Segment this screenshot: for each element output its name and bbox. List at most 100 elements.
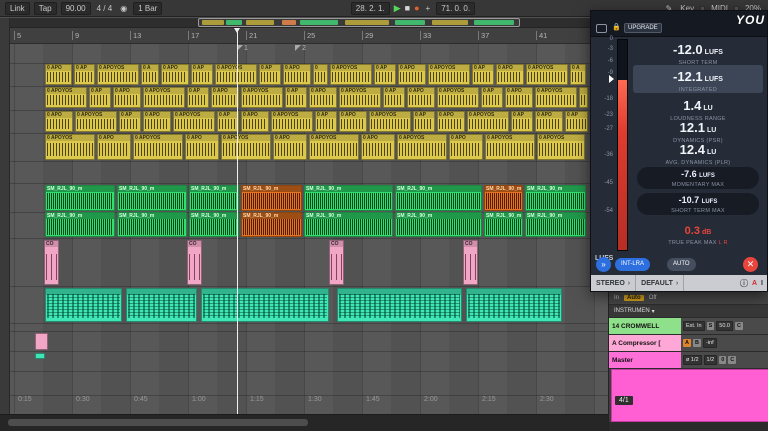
int-lra-button[interactable]: INT-LRA <box>615 258 651 271</box>
audio-clip[interactable]: 0 APO <box>113 87 141 108</box>
audio-clip[interactable]: SM_RJL_90_m <box>117 212 187 237</box>
audio-clip[interactable]: 0 A <box>570 64 586 85</box>
track-header[interactable]: A Compressor [A B -inf <box>609 335 768 352</box>
horizontal-scrollbar-handle[interactable] <box>8 419 308 426</box>
audio-clip[interactable]: 0 AP <box>413 111 435 132</box>
audio-clip[interactable]: 0 AP <box>565 111 588 132</box>
audio-clip[interactable]: SM_RJL_90_m <box>241 212 302 237</box>
audio-clip[interactable]: 0 APOYOS <box>330 64 372 85</box>
horizontal-scrollbar[interactable] <box>0 414 608 431</box>
audio-clip[interactable]: 0 APOYOS <box>467 111 509 132</box>
audio-clip[interactable]: SM_RJL_90_m <box>45 212 115 237</box>
overdub-button[interactable]: + <box>424 4 433 13</box>
audio-clip[interactable]: 0 APOYOS <box>45 134 95 160</box>
audio-clip[interactable]: 0 APOYOS <box>428 64 470 85</box>
audio-clip[interactable]: 0 APOYOS <box>526 64 568 85</box>
audio-clip[interactable]: 0 APO <box>211 87 239 108</box>
link-button[interactable]: Link <box>5 1 30 15</box>
audio-clip[interactable]: 0 APO <box>309 87 337 108</box>
audio-clip[interactable]: 0 APOYOS <box>143 87 185 108</box>
audio-clip[interactable]: 0 APO <box>161 64 189 85</box>
audio-clip[interactable]: CO <box>329 240 344 285</box>
audio-clip[interactable]: 0 AP <box>472 64 494 85</box>
upgrade-button[interactable]: UPGRADE <box>624 23 662 33</box>
audio-clip[interactable]: 0 APO <box>398 64 426 85</box>
audio-clip[interactable]: 0 AP <box>74 64 95 85</box>
audio-clip[interactable]: 0 AP <box>383 87 405 108</box>
audio-clip[interactable]: 0 APO <box>437 111 465 132</box>
play-button[interactable]: ▶ <box>394 3 401 14</box>
reset-close-button[interactable]: ✕ <box>743 257 758 272</box>
audio-clip[interactable]: 0 APO <box>496 64 524 85</box>
audio-clip[interactable]: 0 AP <box>217 111 239 132</box>
audio-clip[interactable]: 0 APO <box>283 64 311 85</box>
audio-clip[interactable]: 0 APO <box>185 134 219 160</box>
audio-clip[interactable]: 0 AP <box>374 64 396 85</box>
audio-clip[interactable]: SM_RJL_90_m <box>304 185 393 211</box>
audio-clip[interactable]: 0 APOYOS <box>221 134 271 160</box>
track-control[interactable]: C <box>728 356 737 364</box>
midi-clip[interactable] <box>337 288 462 322</box>
audio-clip[interactable]: 0 APOYOS <box>397 134 447 160</box>
plugin-menu-icon[interactable] <box>596 24 607 33</box>
beat-time-ruler[interactable]: 5 9 13 17 21 25 29 33 37 41 <box>10 28 608 44</box>
audio-clip[interactable]: 0 <box>313 64 328 85</box>
audio-clip[interactable]: SM_RJL_90_m <box>395 212 482 237</box>
arrangement-grid[interactable]: 0 APO 0 AP 0 APOYOS 0 A 0 APO 0 AP 0 APOYOS 0 A… <box>10 44 608 414</box>
track-header[interactable]: Master ø 1/2 1/2 0 C <box>609 352 768 369</box>
track-control[interactable]: Ext. In <box>683 321 705 331</box>
audio-clip[interactable]: SM_RJL_90_m <box>484 212 523 237</box>
ab-compare-b[interactable]: I <box>761 280 763 287</box>
track-control[interactable]: 0 <box>719 356 727 364</box>
locator-marker[interactable]: 2 <box>295 45 306 52</box>
resume-button[interactable]: » <box>596 257 611 272</box>
audio-clip[interactable]: 0 APO <box>45 64 72 85</box>
preset-selector[interactable]: DEFAULT › <box>636 275 685 291</box>
audio-clip[interactable]: SM_RJL_90_m <box>189 185 239 211</box>
audio-clip[interactable]: SM_RJL_90_m <box>117 185 187 211</box>
audio-clip[interactable]: 0 APOYOS <box>369 111 411 132</box>
audio-clip[interactable]: 0 APOYOS <box>485 134 535 160</box>
midi-clip[interactable] <box>126 288 197 322</box>
track-control[interactable]: -inf <box>702 338 717 348</box>
monitor-auto-button[interactable]: Auto <box>624 295 644 301</box>
record-button[interactable]: ● <box>414 3 419 13</box>
time-signature[interactable]: 4 / 4 <box>95 4 115 13</box>
audio-clip[interactable]: 0 APOYOS <box>215 64 257 85</box>
audio-clip[interactable] <box>579 87 588 108</box>
audio-clip[interactable]: 0 AP <box>187 87 209 108</box>
audio-clip[interactable]: SM_RJL_90_m <box>304 212 393 237</box>
arrangement-overview[interactable] <box>10 18 608 28</box>
stop-button[interactable]: ■ <box>405 3 410 13</box>
audio-clip[interactable]: 0 AP <box>89 87 111 108</box>
audio-clip[interactable]: CO <box>187 240 202 285</box>
tempo-display[interactable]: 90.00 <box>60 1 91 15</box>
audio-clip[interactable]: 0 APO <box>273 134 307 160</box>
audio-clip[interactable]: 0 APO <box>407 87 435 108</box>
audio-clip[interactable]: 0 APOYOS <box>309 134 359 160</box>
ab-compare-a[interactable]: A <box>752 280 757 287</box>
audio-clip[interactable]: 0 APOYOS <box>437 87 479 108</box>
audio-clip[interactable]: 0 APO <box>143 111 171 132</box>
audio-clip[interactable]: 0 APO <box>45 111 73 132</box>
metronome-icon[interactable]: ◉ <box>118 4 129 13</box>
instrument-chooser-row[interactable]: INSTRUMEN ▾ <box>609 305 768 318</box>
audio-clip[interactable]: 0 APOYOS <box>97 64 139 85</box>
audio-clip[interactable]: 0 APOYOS <box>537 134 585 160</box>
playhead[interactable] <box>234 28 240 414</box>
audio-clip[interactable]: 0 APO <box>361 134 395 160</box>
track-control[interactable]: C <box>734 322 743 330</box>
small-clip[interactable] <box>35 353 45 359</box>
midi-clip[interactable] <box>45 288 122 322</box>
audio-clip[interactable]: 0 APO <box>535 111 563 132</box>
track-control[interactable]: 1/2 <box>703 355 718 365</box>
tap-tempo-button[interactable]: Tap <box>33 1 57 15</box>
audio-clip[interactable]: 0 APO <box>505 87 533 108</box>
quantize-menu[interactable]: 1 Bar <box>133 1 163 15</box>
midi-clip[interactable] <box>201 288 329 322</box>
audio-clip[interactable]: 0 AP <box>481 87 503 108</box>
small-clip[interactable] <box>35 333 48 350</box>
audio-clip[interactable]: SM_RJL_90_m <box>484 185 523 211</box>
track-control[interactable]: S <box>706 322 715 330</box>
audio-clip[interactable]: CO <box>463 240 478 285</box>
